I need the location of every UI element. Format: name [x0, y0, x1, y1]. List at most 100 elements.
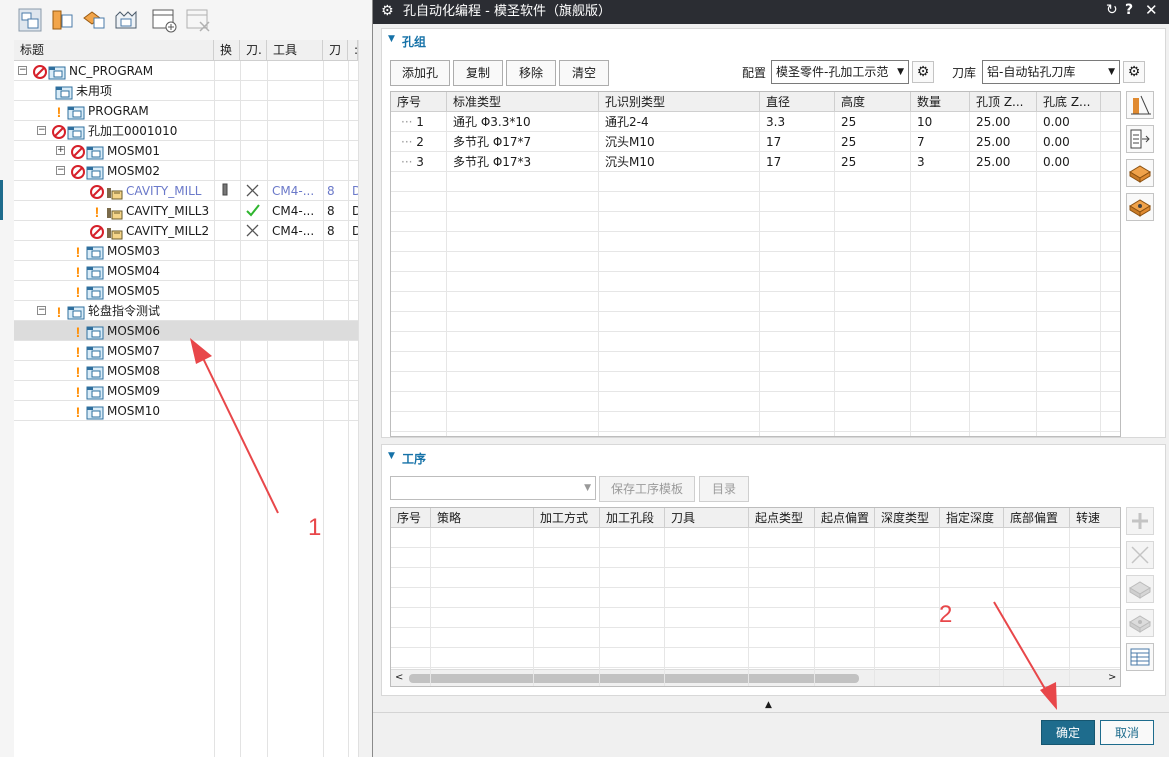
table-row[interactable]	[391, 412, 1120, 432]
column-header[interactable]: 孔底 Z...	[1037, 92, 1101, 112]
expand-up-icon[interactable]: ▲	[765, 700, 772, 710]
column-header[interactable]: 高度	[835, 92, 911, 112]
process-block-edit-icon[interactable]	[1126, 609, 1154, 637]
scroll-thumb[interactable]	[409, 674, 859, 683]
col-more[interactable]: :	[348, 40, 358, 61]
machining-method-view-icon[interactable]	[112, 6, 140, 34]
tree-node[interactable]: ! MOSM10	[70, 401, 160, 421]
create-program-icon[interactable]	[150, 6, 178, 34]
tree-row[interactable]: ! MOSM10	[14, 401, 358, 421]
column-header[interactable]: 孔识别类型	[599, 92, 760, 112]
column-header[interactable]: 标准类型	[447, 92, 599, 112]
table-row[interactable]	[391, 548, 1120, 568]
tree-node[interactable]: ! MOSM08	[70, 361, 160, 381]
column-header[interactable]: 数量	[911, 92, 970, 112]
tree-node[interactable]: ! PROGRAM	[51, 101, 149, 121]
cancel-button[interactable]: 取消	[1100, 720, 1154, 745]
delete-process-icon[interactable]	[1126, 541, 1154, 569]
collapse-icon[interactable]: −	[37, 126, 46, 135]
tree-node[interactable]: 未用项	[51, 81, 112, 101]
tree-row[interactable]: ! CAVITY_MILL3 CM4-... 8 D	[14, 201, 358, 221]
tree-row[interactable]: CAVITY_MILL2 CM4-... 8 D	[14, 221, 358, 241]
add-hole-button[interactable]: 添加孔	[390, 60, 450, 86]
hole-block-icon[interactable]	[1126, 159, 1154, 187]
tree-node[interactable]: CAVITY_MILL	[89, 181, 202, 201]
table-row[interactable]	[391, 232, 1120, 252]
table-row[interactable]	[391, 528, 1120, 548]
config-settings-gear-icon[interactable]: ⚙	[912, 61, 934, 83]
expand-icon[interactable]: +	[56, 146, 65, 155]
copy-button[interactable]: 复制	[453, 60, 503, 86]
catalog-button[interactable]: 目录	[699, 476, 749, 502]
save-process-template-button[interactable]: 保存工序模板	[599, 476, 695, 502]
tool-library-select[interactable]: 铝-自动钻孔刀库 ▼	[982, 60, 1120, 84]
table-row[interactable]	[391, 568, 1120, 588]
collapse-icon[interactable]: −	[56, 166, 65, 175]
tree-row[interactable]: ! MOSM05	[14, 281, 358, 301]
table-row[interactable]	[391, 608, 1120, 628]
tool-library-settings-gear-icon[interactable]: ⚙	[1123, 61, 1145, 83]
tree-row[interactable]: ! MOSM08	[14, 361, 358, 381]
tree-row[interactable]: ! MOSM09	[14, 381, 358, 401]
column-header[interactable]: 转速	[1070, 508, 1120, 528]
measure-hole-icon[interactable]	[1126, 91, 1154, 119]
tree-node[interactable]: ! MOSM09	[70, 381, 160, 401]
config-select[interactable]: 模圣零件-孔加工示范 ▼	[771, 60, 909, 84]
scroll-right-icon[interactable]: >	[1108, 670, 1116, 686]
clear-button[interactable]: 清空	[559, 60, 609, 86]
close-icon[interactable]: ✕	[1145, 1, 1158, 19]
table-row[interactable]	[391, 372, 1120, 392]
column-header[interactable]: 指定深度	[940, 508, 1004, 528]
geometry-view-icon[interactable]	[80, 6, 108, 34]
ok-button[interactable]: 确定	[1041, 720, 1095, 745]
table-row[interactable]	[391, 588, 1120, 608]
collapse-caret-icon[interactable]: ▼	[388, 34, 395, 44]
column-header[interactable]: 加工方式	[534, 508, 600, 528]
delete-program-icon[interactable]	[184, 6, 212, 34]
column-header[interactable]: 深度类型	[875, 508, 940, 528]
program-order-view-icon[interactable]	[16, 6, 44, 34]
table-row[interactable]: ··· 1 通孔 Φ3.3*10 通孔2-4 3.3 25 10 25.00 0.00	[391, 112, 1120, 132]
column-header[interactable]: 直径	[760, 92, 835, 112]
table-row[interactable]	[391, 332, 1120, 352]
table-row[interactable]	[391, 172, 1120, 192]
help-icon[interactable]: ?	[1125, 2, 1133, 18]
column-header[interactable]: 加工孔段	[600, 508, 665, 528]
col-tool-change[interactable]: 换	[214, 40, 240, 61]
process-block-icon[interactable]	[1126, 575, 1154, 603]
tree-node[interactable]: NC_PROGRAM	[32, 61, 153, 81]
table-row[interactable]	[391, 272, 1120, 292]
tree-node[interactable]: CAVITY_MILL2	[89, 221, 209, 241]
tree-row[interactable]: CAVITY_MILL CM4-... 8 D	[14, 181, 358, 201]
column-header[interactable]: 刀具	[665, 508, 749, 528]
tree-row[interactable]: − 孔加工0001010	[14, 121, 358, 141]
table-row[interactable]	[391, 192, 1120, 212]
tree-row[interactable]: − MOSM02	[14, 161, 358, 181]
reset-icon[interactable]: ↻	[1106, 2, 1118, 18]
column-header[interactable]: 起点偏置	[815, 508, 875, 528]
scroll-left-icon[interactable]: <	[395, 670, 403, 686]
table-row[interactable]	[391, 252, 1120, 272]
table-row[interactable]	[391, 292, 1120, 312]
tree-node[interactable]: ! MOSM03	[70, 241, 160, 261]
table-row[interactable]	[391, 312, 1120, 332]
column-header[interactable]: 序号	[391, 92, 447, 112]
process-template-select[interactable]: ▼	[390, 476, 596, 500]
table-row[interactable]: ··· 2 多节孔 Φ17*7 沉头M10 17 25 7 25.00 0.00	[391, 132, 1120, 152]
add-process-icon[interactable]	[1126, 507, 1154, 535]
column-header[interactable]: 策略	[431, 508, 534, 528]
tree-row[interactable]: ! MOSM03	[14, 241, 358, 261]
col-tool[interactable]: 工具	[267, 40, 323, 61]
table-row[interactable]	[391, 628, 1120, 648]
process-table-view-icon[interactable]	[1126, 643, 1154, 671]
tree-node[interactable]: ! MOSM05	[70, 281, 160, 301]
table-row[interactable]	[391, 648, 1120, 668]
collapse-icon[interactable]: −	[37, 306, 46, 315]
col-toolpath[interactable]: 刀.	[240, 40, 267, 61]
column-header[interactable]: 底部偏置	[1004, 508, 1070, 528]
tree-node[interactable]: ! MOSM06	[70, 321, 160, 341]
column-header[interactable]: 起点类型	[749, 508, 815, 528]
tree-node[interactable]: ! MOSM07	[70, 341, 160, 361]
remove-button[interactable]: 移除	[506, 60, 556, 86]
col-title[interactable]: 标题	[14, 40, 214, 61]
